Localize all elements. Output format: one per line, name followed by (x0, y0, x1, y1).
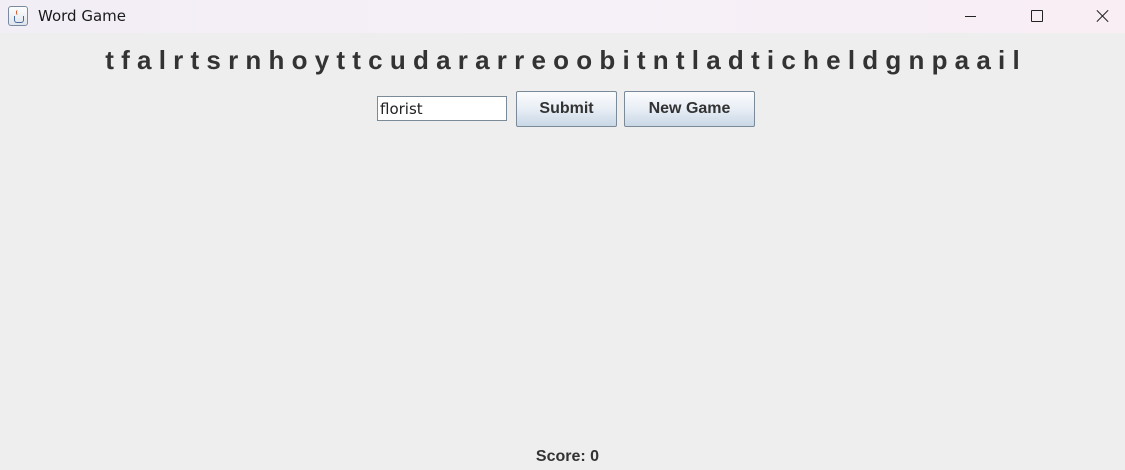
java-cup-icon (8, 6, 28, 26)
window-title: Word Game (38, 7, 126, 25)
minimize-button[interactable] (948, 0, 994, 33)
close-icon (1096, 9, 1110, 23)
new-game-button[interactable]: New Game (624, 91, 755, 127)
title-bar: Word Game (0, 0, 1125, 33)
maximize-icon (1031, 10, 1043, 22)
word-input[interactable] (377, 96, 507, 121)
letter-pool: t f a l r t s r n h o y t t c u d a r a … (105, 45, 1020, 75)
close-button[interactable] (1079, 0, 1125, 33)
maximize-button[interactable] (1014, 0, 1060, 33)
score-label: Score: 0 (535, 448, 600, 465)
submit-button[interactable]: Submit (516, 91, 617, 127)
minimize-icon (965, 16, 976, 17)
